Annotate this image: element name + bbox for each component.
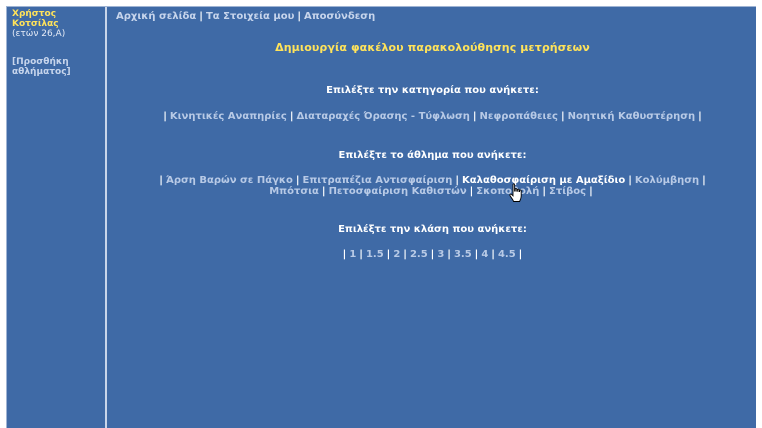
class-option[interactable]: 3 <box>437 249 444 260</box>
class-option[interactable]: 1 <box>349 249 356 260</box>
sport-option[interactable]: Μπότσια <box>269 186 319 197</box>
category-option[interactable]: Νοητική Καθυστέρηση <box>568 111 696 122</box>
hand-pointer-icon <box>509 183 522 202</box>
list-separator: | <box>386 249 391 260</box>
list-separator: | <box>702 175 706 186</box>
class-option[interactable]: 2.5 <box>410 249 428 260</box>
class-option[interactable]: 2 <box>393 249 400 260</box>
nav-separator: | <box>199 11 203 22</box>
sidebar: Χρήστος Κοτσίλας (ετών 26,Α) [Προσθήκη α… <box>7 7 107 428</box>
category-options: | Κινητικές Αναπηρίες | Διαταραχές Όρασης -… <box>129 111 736 122</box>
page-title: Δημιουργία φακέλου παρακολούθησης μετρήσ… <box>275 41 590 54</box>
nav-separator: | <box>297 11 301 22</box>
user-age-group: (ετών 26,Α) <box>12 29 66 39</box>
add-sport-line2: αθλήματος] <box>12 67 71 77</box>
class-option[interactable]: 4.5 <box>498 249 516 260</box>
class-option[interactable]: 1.5 <box>366 249 384 260</box>
list-separator: | <box>159 175 163 186</box>
list-separator: | <box>359 249 363 260</box>
sport-option[interactable]: Στίβος <box>549 186 586 197</box>
list-separator: | <box>289 111 294 122</box>
main-content: Αρχική σελίδα | Τα Στοιχεία μου | Αποσύνδεση… <box>109 7 756 428</box>
list-separator: | <box>321 186 326 197</box>
list-separator: | <box>469 186 474 197</box>
list-separator: | <box>163 111 167 122</box>
list-separator: | <box>455 175 460 186</box>
list-separator: | <box>474 249 479 260</box>
list-separator: | <box>342 249 347 260</box>
class-heading: Επιλέξτε την κλάση που ανήκετε: <box>338 224 527 235</box>
class-option[interactable]: 3.5 <box>454 249 472 260</box>
sport-option-selected[interactable]: Καλαθοσφαίριση με Αμαξίδιο <box>462 175 625 186</box>
category-heading: Επιλέξτε την κατηγορία που ανήκετε: <box>326 85 539 96</box>
list-separator: | <box>447 249 451 260</box>
class-option[interactable]: 4 <box>481 249 488 260</box>
sport-option[interactable]: Σκοποβολή <box>476 186 539 197</box>
list-separator: | <box>698 111 702 122</box>
category-option[interactable]: Νεφροπάθειες <box>480 111 558 122</box>
list-separator: | <box>295 175 300 186</box>
sport-option[interactable]: Άρση Βαρών σε Πάγκο <box>166 175 293 186</box>
list-separator: | <box>560 111 565 122</box>
list-separator: | <box>518 249 523 260</box>
top-navigation: Αρχική σελίδα | Τα Στοιχεία μου | Αποσύνδεση <box>116 11 375 22</box>
sport-option[interactable]: Πετοσφαίριση Καθιστών <box>329 186 467 197</box>
sport-option[interactable]: Κολύμβηση <box>635 175 699 186</box>
nav-my-data-link[interactable]: Τα Στοιχεία μου <box>206 11 294 22</box>
nav-logout-link[interactable]: Αποσύνδεση <box>304 11 375 22</box>
list-separator: | <box>472 111 477 122</box>
list-separator: | <box>430 249 435 260</box>
list-separator: | <box>491 249 495 260</box>
class-options: | 1 | 1.5 | 2 | 2.5 | 3 | 3.5 | 4 | 4.5 | <box>129 249 736 260</box>
add-sport-link[interactable]: [Προσθήκη αθλήματος] <box>12 57 105 77</box>
category-option[interactable]: Κινητικές Αναπηρίες <box>170 111 287 122</box>
app-frame: Χρήστος Κοτσίλας (ετών 26,Α) [Προσθήκη α… <box>6 6 756 428</box>
list-separator: | <box>589 186 593 197</box>
sport-options: | Άρση Βαρών σε Πάγκο | Επιτραπέζια Αντισφα… <box>129 175 736 197</box>
sport-heading: Επιλέξτε το άθλημα που ανήκετε: <box>338 150 527 161</box>
add-sport-line1: [Προσθήκη <box>12 57 69 67</box>
category-option[interactable]: Διαταραχές Όρασης - Τύφλωση <box>296 111 469 122</box>
sport-option[interactable]: Επιτραπέζια Αντισφαίριση <box>303 175 453 186</box>
list-separator: | <box>403 249 407 260</box>
nav-home-link[interactable]: Αρχική σελίδα <box>116 11 196 22</box>
list-separator: | <box>542 186 547 197</box>
user-name-first[interactable]: Χρήστος <box>12 9 105 19</box>
list-separator: | <box>628 175 632 186</box>
user-name-last[interactable]: Κοτσίλας <box>12 19 105 29</box>
